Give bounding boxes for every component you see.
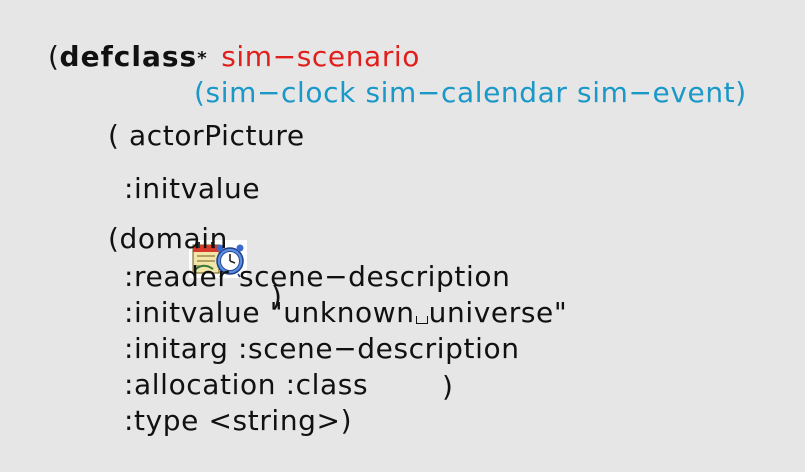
code-line-10: :type <string>): [86, 370, 352, 472]
code-listing: (defclass* sim−scenario (sim−clock sim−ca…: [0, 0, 805, 437]
open-paren: (: [48, 40, 60, 73]
final-close-paren: ): [442, 370, 454, 403]
